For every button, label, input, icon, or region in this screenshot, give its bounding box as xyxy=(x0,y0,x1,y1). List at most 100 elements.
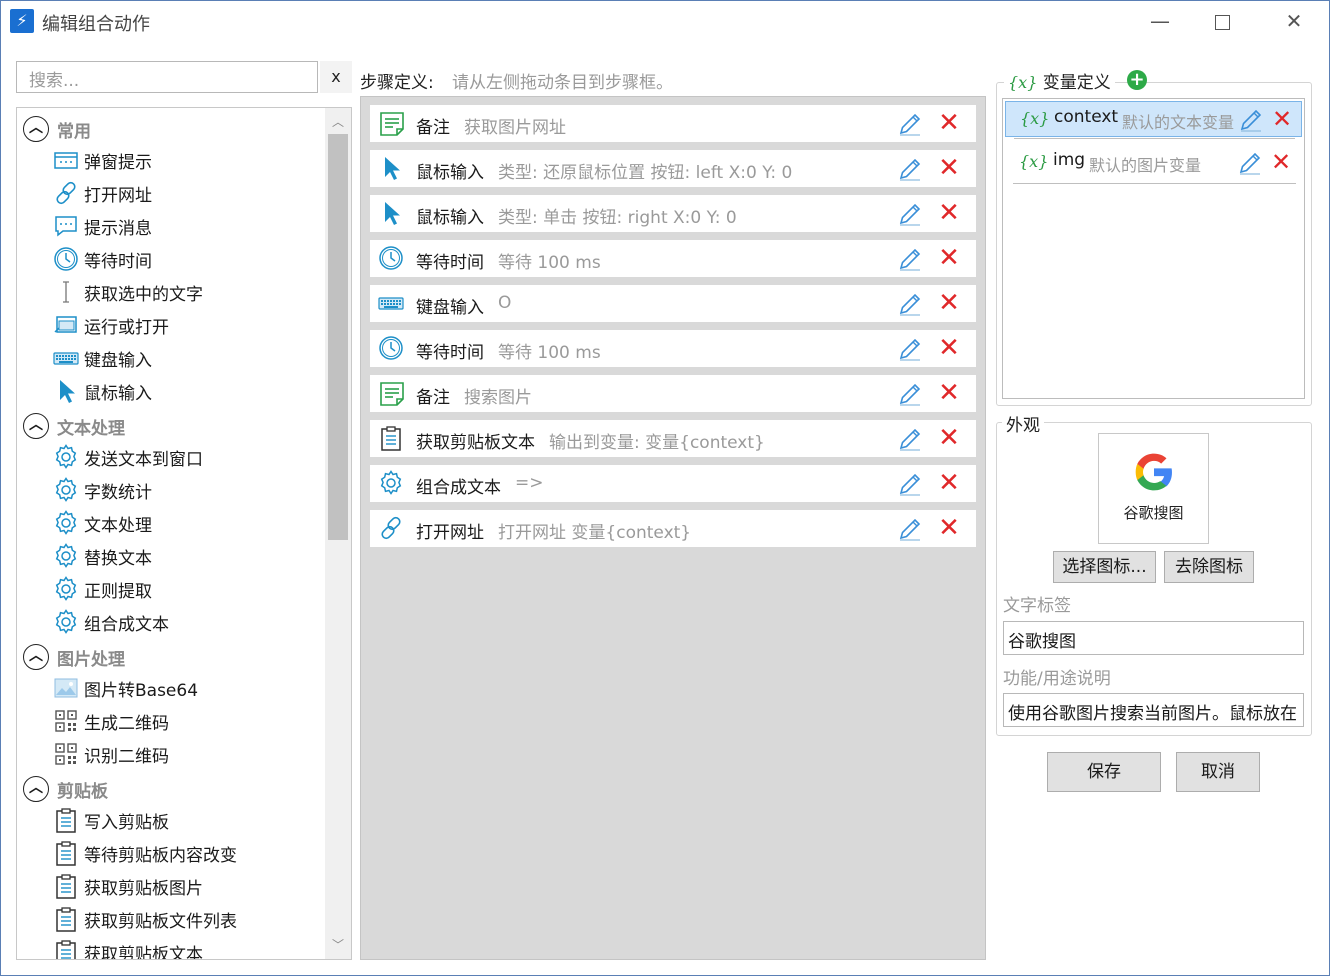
text-label-field[interactable]: 谷歌搜图 xyxy=(1003,621,1304,655)
tree-scrollbar[interactable]: ︿ ﹀ xyxy=(325,108,351,959)
search-input[interactable]: 搜索... xyxy=(16,61,318,93)
appearance-title: 外观 xyxy=(1002,411,1044,436)
edit-icon[interactable] xyxy=(897,201,923,227)
steps-panel[interactable]: 备注 获取图片网址 ✕ 鼠标输入 类型: 还原鼠标位置 按钮: left X:0… xyxy=(360,96,986,960)
close-button[interactable]: ✕ xyxy=(1272,4,1316,38)
scroll-down-icon[interactable]: ﹀ xyxy=(325,933,351,957)
edit-icon[interactable] xyxy=(897,426,923,452)
tree-group-label: 文本处理 xyxy=(57,419,125,439)
collapse-icon[interactable]: ︿ xyxy=(23,413,49,439)
delete-icon[interactable]: ✕ xyxy=(936,335,962,361)
edit-icon[interactable] xyxy=(897,156,923,182)
maximize-button[interactable] xyxy=(1200,4,1244,38)
gear-icon xyxy=(53,609,79,635)
variables-list[interactable]: {x} context 默认的文本变量 ✕ {x} img 默认的图片变量 ✕ xyxy=(1002,98,1305,399)
variables-title-label: 变量定义 xyxy=(1042,73,1111,93)
edit-icon[interactable] xyxy=(1238,107,1264,133)
step-row[interactable]: 打开网址 打开网址 变量{context} ✕ xyxy=(370,510,976,547)
delete-icon[interactable]: ✕ xyxy=(936,515,962,541)
tree-item[interactable]: 提示消息 xyxy=(17,209,323,242)
tree-item-label: 图片转Base64 xyxy=(84,681,199,701)
tree-item[interactable]: 获取剪贴板文件列表 xyxy=(17,902,323,935)
step-row[interactable]: 等待时间 等待 100 ms ✕ xyxy=(370,240,976,277)
tree-item[interactable]: 获取剪贴板文本 xyxy=(17,935,323,959)
step-row[interactable]: 获取剪贴板文本 输出到变量: 变量{context} ✕ xyxy=(370,420,976,457)
tree-item[interactable]: 获取选中的文字 xyxy=(17,275,323,308)
edit-icon[interactable] xyxy=(897,336,923,362)
description-field[interactable]: 使用谷歌图片搜索当前图片。鼠标放在 xyxy=(1003,693,1304,727)
step-row[interactable]: 鼠标输入 类型: 还原鼠标位置 按钮: left X:0 Y: 0 ✕ xyxy=(370,150,976,187)
step-description: O xyxy=(498,293,512,313)
tree-group[interactable]: ︿ 常用 xyxy=(17,110,323,143)
tree-item[interactable]: 字数统计 xyxy=(17,473,323,506)
tree-item[interactable]: 生成二维码 xyxy=(17,704,323,737)
save-button[interactable]: 保存 xyxy=(1047,752,1161,792)
tree-group[interactable]: ︿ 图片处理 xyxy=(17,638,323,671)
delete-icon[interactable]: ✕ xyxy=(936,245,962,271)
step-row[interactable]: 等待时间 等待 100 ms ✕ xyxy=(370,330,976,367)
tree-group[interactable]: ︿ 文本处理 xyxy=(17,407,323,440)
edit-icon[interactable] xyxy=(897,471,923,497)
search-clear-button[interactable]: x xyxy=(320,61,352,93)
edit-icon[interactable] xyxy=(1237,150,1263,176)
edit-icon[interactable] xyxy=(897,291,923,317)
delete-icon[interactable]: ✕ xyxy=(936,470,962,496)
step-row[interactable]: 备注 搜索图片 ✕ xyxy=(370,375,976,412)
tree-item[interactable]: 文本处理 xyxy=(17,506,323,539)
tree-item[interactable]: 键盘输入 xyxy=(17,341,323,374)
delete-icon[interactable]: ✕ xyxy=(1272,106,1292,132)
tree-item[interactable]: 识别二维码 xyxy=(17,737,323,770)
tree-item[interactable]: 获取剪贴板图片 xyxy=(17,869,323,902)
variable-row[interactable]: {x} img 默认的图片变量 ✕ xyxy=(1005,145,1302,184)
tree-item[interactable]: 运行或打开 xyxy=(17,308,323,341)
title-bar: ⚡ 编辑组合动作 — ✕ xyxy=(0,0,1330,44)
edit-icon[interactable] xyxy=(897,381,923,407)
tree-item[interactable]: 弹窗提示 xyxy=(17,143,323,176)
icon-preview-caption: 谷歌搜图 xyxy=(1123,504,1184,522)
clipboard-icon xyxy=(53,840,79,866)
tree-group[interactable]: ︿ 剪贴板 xyxy=(17,770,323,803)
step-row[interactable]: 备注 获取图片网址 ✕ xyxy=(370,105,976,142)
tree-item[interactable]: 图片转Base64 xyxy=(17,671,323,704)
delete-icon[interactable]: ✕ xyxy=(936,155,962,181)
scroll-thumb[interactable] xyxy=(328,134,348,540)
tree-item[interactable]: 打开网址 xyxy=(17,176,323,209)
steps-label: 步骤定义: xyxy=(360,73,434,93)
step-description: 类型: 还原鼠标位置 按钮: left X:0 Y: 0 xyxy=(498,163,793,183)
cancel-button[interactable]: 取消 xyxy=(1176,752,1260,792)
delete-icon[interactable]: ✕ xyxy=(936,200,962,226)
step-row[interactable]: 鼠标输入 类型: 单击 按钮: right X:0 Y: 0 ✕ xyxy=(370,195,976,232)
tree-item-label: 字数统计 xyxy=(84,483,152,503)
note-icon xyxy=(378,380,406,408)
delete-icon[interactable]: ✕ xyxy=(936,110,962,136)
edit-icon[interactable] xyxy=(897,111,923,137)
scroll-up-icon[interactable]: ︿ xyxy=(325,110,351,134)
delete-icon[interactable]: ✕ xyxy=(1271,149,1291,175)
tree-item[interactable]: 鼠标输入 xyxy=(17,374,323,407)
popup-icon xyxy=(53,147,79,173)
tree-item[interactable]: 写入剪贴板 xyxy=(17,803,323,836)
add-variable-icon[interactable]: + xyxy=(1127,70,1147,90)
choose-icon-button[interactable]: 选择图标... xyxy=(1053,551,1156,583)
collapse-icon[interactable]: ︿ xyxy=(23,776,49,802)
step-row[interactable]: 组合成文本 => ✕ xyxy=(370,465,976,502)
delete-icon[interactable]: ✕ xyxy=(936,425,962,451)
collapse-icon[interactable]: ︿ xyxy=(23,644,49,670)
step-row[interactable]: 键盘输入 O ✕ xyxy=(370,285,976,322)
tree-item[interactable]: 替换文本 xyxy=(17,539,323,572)
tree-item[interactable]: 组合成文本 xyxy=(17,605,323,638)
edit-icon[interactable] xyxy=(897,516,923,542)
variable-row[interactable]: {x} context 默认的文本变量 ✕ xyxy=(1005,101,1302,139)
delete-icon[interactable]: ✕ xyxy=(936,290,962,316)
tree-item[interactable]: 等待时间 xyxy=(17,242,323,275)
tree-item[interactable]: 正则提取 xyxy=(17,572,323,605)
divider xyxy=(1013,183,1296,184)
tree-item-label: 弹窗提示 xyxy=(84,153,152,173)
remove-icon-button[interactable]: 去除图标 xyxy=(1164,551,1254,583)
collapse-icon[interactable]: ︿ xyxy=(23,116,49,142)
tree-item[interactable]: 发送文本到窗口 xyxy=(17,440,323,473)
tree-item[interactable]: 等待剪贴板内容改变 xyxy=(17,836,323,869)
minimize-button[interactable]: — xyxy=(1138,4,1182,38)
edit-icon[interactable] xyxy=(897,246,923,272)
delete-icon[interactable]: ✕ xyxy=(936,380,962,406)
